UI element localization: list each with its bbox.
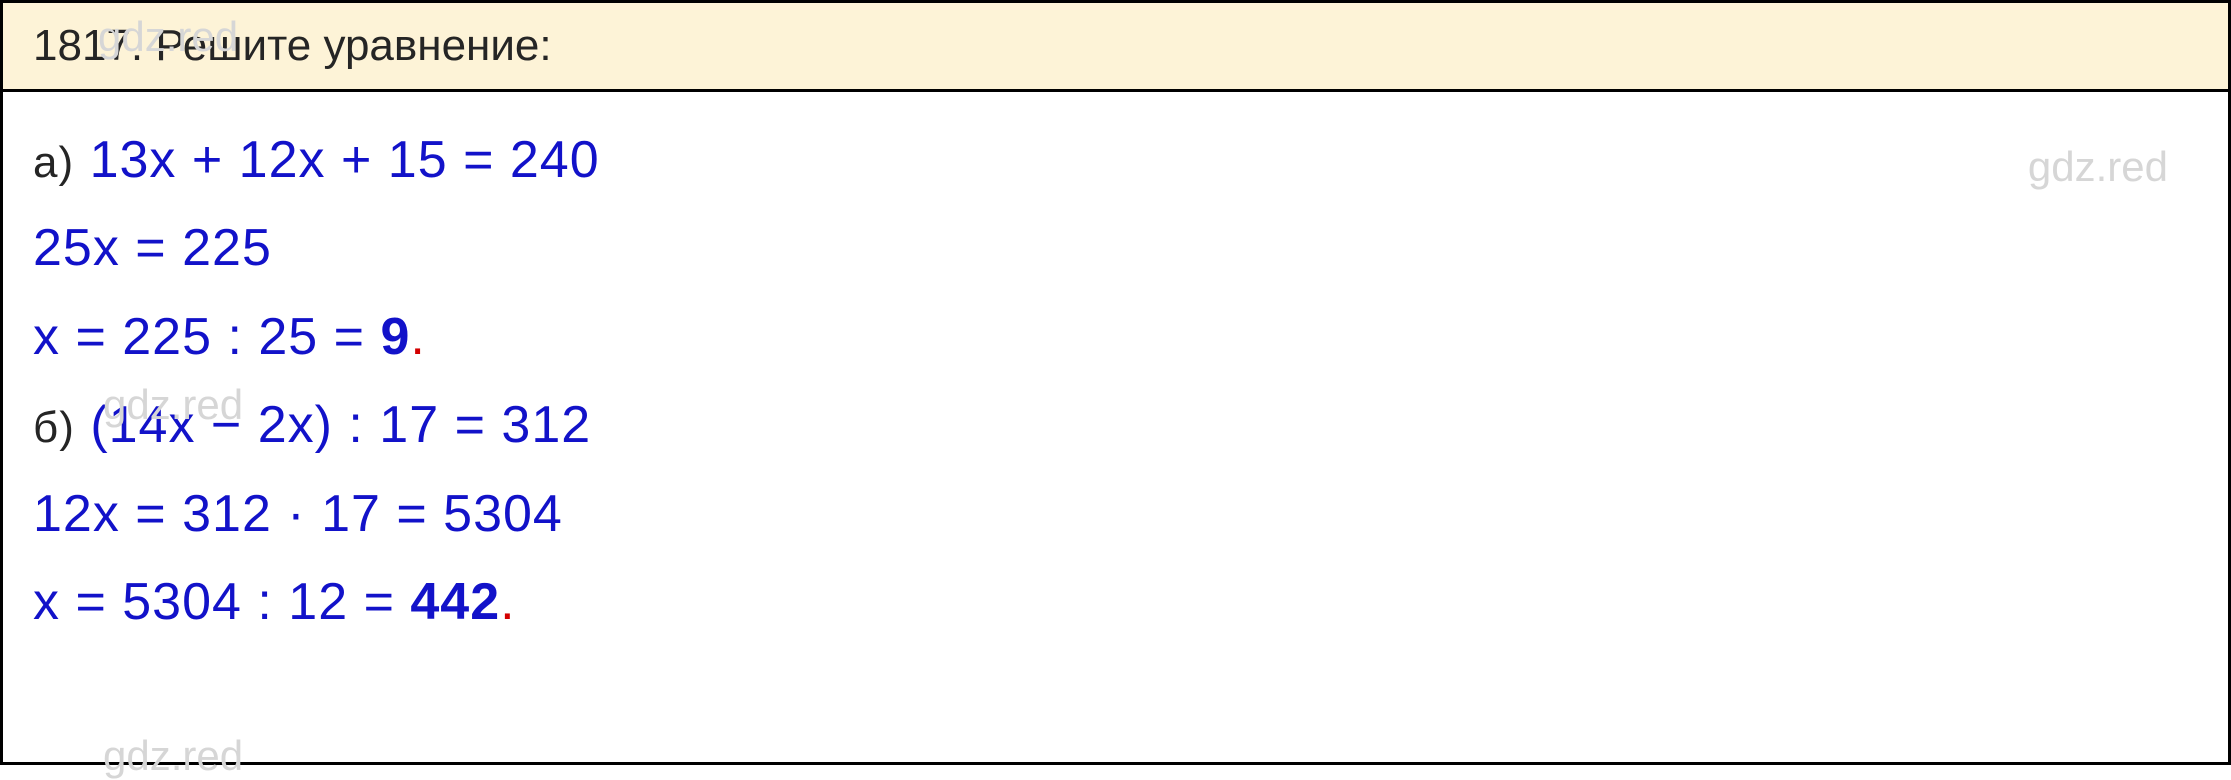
solution-a-line1: а) 13x + 12x + 15 = 240 [33, 116, 2198, 204]
answer-b: 442 [410, 573, 500, 631]
dot-b: . [500, 573, 515, 631]
solution-b-line3: x = 5304 : 12 = 442. [33, 558, 2198, 646]
equation-a1: 13x + 12x + 15 = 240 [90, 131, 600, 189]
equation-b3-prefix: x = 5304 : 12 = [33, 573, 410, 631]
problem-container: gdz.red gdz.red gdz.red gdz.red 1817. Ре… [0, 0, 2231, 765]
solution-a-line3: x = 225 : 25 = 9. [33, 293, 2198, 381]
part-a-label: а) [33, 138, 74, 187]
solution-b-line1: б) (14x − 2x) : 17 = 312 [33, 381, 2198, 469]
equation-b1: (14x − 2x) : 17 = 312 [90, 396, 591, 454]
equation-b2: 12x = 312 · 17 = 5304 [33, 485, 563, 543]
part-b-label: б) [33, 403, 75, 452]
equation-a3-prefix: x = 225 : 25 = [33, 308, 380, 366]
watermark-bottom: gdz.red [103, 732, 243, 780]
solution-content: а) 13x + 12x + 15 = 240 25x = 225 x = 22… [3, 92, 2228, 670]
solution-a-line2: 25x = 225 [33, 204, 2198, 292]
solution-b-line2: 12x = 312 · 17 = 5304 [33, 470, 2198, 558]
dot-a: . [410, 308, 425, 366]
problem-header: 1817. Решите уравнение: [3, 3, 2228, 92]
problem-number: 1817. [33, 21, 143, 70]
equation-a2: 25x = 225 [33, 219, 272, 277]
answer-a: 9 [380, 308, 410, 366]
problem-title: Решите уравнение: [155, 21, 551, 70]
